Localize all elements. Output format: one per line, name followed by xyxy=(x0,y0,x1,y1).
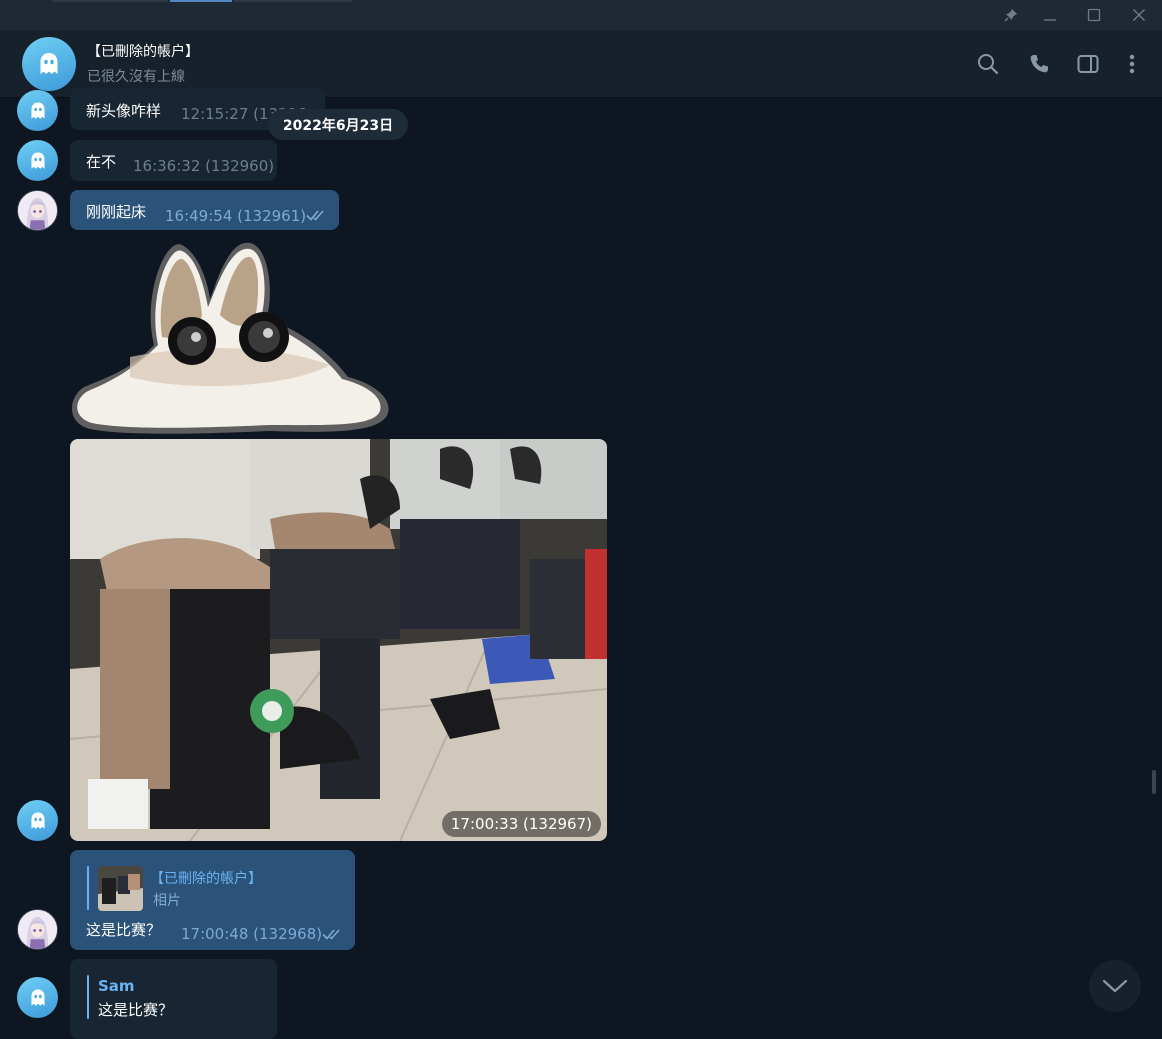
message-text: 刚刚起床 xyxy=(86,203,147,221)
reply-author: Sam xyxy=(98,977,135,995)
scroll-to-bottom-button[interactable] xyxy=(1089,960,1141,1012)
ghost-icon xyxy=(30,152,45,169)
message-time: 16:36:32 (132960) xyxy=(133,157,275,175)
minimize-icon[interactable] xyxy=(1040,5,1060,25)
avatar[interactable] xyxy=(17,90,58,131)
chat-avatar[interactable] xyxy=(22,37,76,91)
ghost-icon xyxy=(30,102,45,119)
double-check-icon xyxy=(322,929,340,940)
message-bubble[interactable]: 刚刚起床 16:49:54 (132961) xyxy=(70,190,339,230)
titlebar-tab[interactable] xyxy=(52,0,168,2)
message-bubble[interactable]: Sam 这是比赛？ xyxy=(70,959,277,1039)
reply-text: 相片 xyxy=(153,893,181,909)
reply-thumbnail xyxy=(98,866,143,911)
message-time: 17:00:48 (132968) xyxy=(181,925,323,943)
sticker[interactable] xyxy=(70,237,392,439)
ghost-icon xyxy=(40,53,58,74)
titlebar-tab-active[interactable] xyxy=(170,0,232,2)
titlebar-tab[interactable] xyxy=(234,0,352,2)
window-titlebar xyxy=(0,0,1162,30)
chevron-down-icon xyxy=(1102,979,1128,993)
avatar[interactable] xyxy=(17,909,58,950)
avatar[interactable] xyxy=(17,977,58,1018)
phone-icon[interactable] xyxy=(1025,50,1053,78)
chat-status: 已很久沒有上線 xyxy=(87,69,185,85)
avatar[interactable] xyxy=(17,800,58,841)
reply-text: 这是比赛？ xyxy=(98,1001,174,1019)
reply-bar xyxy=(87,866,89,910)
message-text: 新头像咋样 xyxy=(86,102,162,120)
chat-title[interactable]: 【已刪除的帳户】 xyxy=(87,41,199,61)
photo-image xyxy=(70,439,607,841)
photo-message[interactable]: 17:00:33 (132967) xyxy=(70,439,607,841)
close-icon[interactable] xyxy=(1129,5,1149,25)
search-icon[interactable] xyxy=(974,50,1002,78)
message-bubble[interactable]: 在不 16:36:32 (132960) xyxy=(70,140,277,181)
sidebar-toggle-icon[interactable] xyxy=(1074,50,1102,78)
ghost-icon xyxy=(30,989,45,1006)
reply-author: 【已刪除的帳户】 xyxy=(150,871,262,887)
message-text: 这是比赛？ xyxy=(86,921,162,939)
avatar[interactable] xyxy=(17,140,58,181)
pin-icon[interactable] xyxy=(1001,5,1021,25)
message-text: 在不 xyxy=(86,153,117,171)
message-time: 17:00:33 (132967) xyxy=(441,811,601,837)
date-separator: 2022年6月23日 xyxy=(268,109,408,140)
maximize-icon[interactable] xyxy=(1084,5,1104,25)
double-check-icon xyxy=(306,210,324,221)
message-time: 16:49:54 (132961) xyxy=(165,207,307,225)
message-bubble[interactable]: 【已刪除的帳户】 相片 这是比赛？ 17:00:48 (132968) xyxy=(70,850,355,950)
more-vertical-icon[interactable] xyxy=(1118,50,1146,78)
scrollbar-thumb[interactable] xyxy=(1152,770,1156,794)
reply-bar xyxy=(87,975,89,1019)
avatar[interactable] xyxy=(17,190,58,231)
ghost-icon xyxy=(30,812,45,829)
